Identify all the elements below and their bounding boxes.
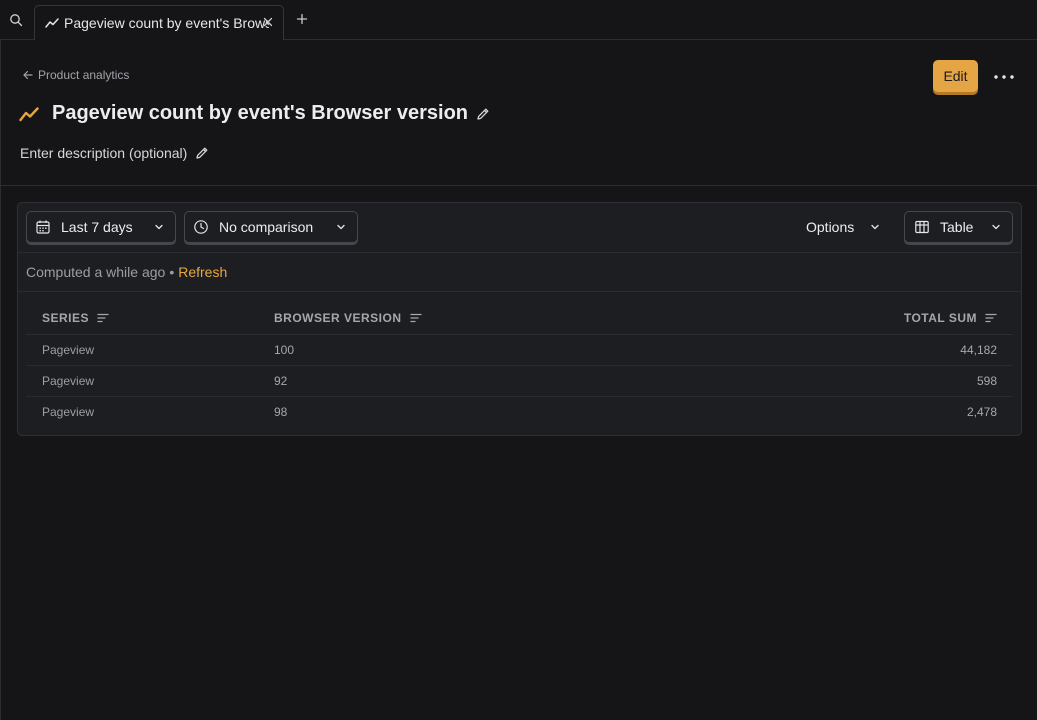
search-icon[interactable]: [6, 10, 26, 30]
total-sum-cell: 44,182: [658, 334, 1013, 366]
pencil-icon[interactable]: [194, 145, 210, 161]
arrow-left-icon: [22, 69, 34, 81]
sort-icon[interactable]: [409, 313, 422, 323]
chevron-down-icon: [153, 221, 165, 233]
series-cell: Pageview: [26, 334, 258, 366]
trend-icon: [19, 104, 39, 124]
options-button[interactable]: Options: [796, 211, 892, 243]
description-placeholder[interactable]: Enter description (optional): [20, 145, 187, 161]
main-content: Product analytics Edit Pageview count by…: [0, 40, 1037, 720]
trend-icon: [45, 16, 59, 30]
column-header-browser-version[interactable]: BROWSER VERSION: [258, 302, 658, 335]
breadcrumb-label[interactable]: Product analytics: [38, 68, 129, 82]
insight-card: Last 7 days No comparison Options Table …: [17, 202, 1022, 436]
clock-icon: [193, 219, 209, 235]
sort-icon[interactable]: [985, 313, 997, 323]
series-cell: Pageview: [26, 365, 258, 397]
display-type-button[interactable]: Table: [904, 211, 1013, 243]
series-cell: Pageview: [42, 404, 95, 419]
sort-icon[interactable]: [97, 313, 109, 323]
comparison-button[interactable]: No comparison: [184, 211, 358, 243]
description-row[interactable]: Enter description (optional): [20, 145, 210, 161]
column-header-total-sum[interactable]: TOTAL SUM: [658, 302, 1013, 335]
column-header-label: BROWSER VERSION: [274, 310, 402, 325]
close-icon[interactable]: [261, 15, 275, 29]
tab-title: Pageview count by event's Browser versio…: [64, 15, 269, 31]
breadcrumb[interactable]: Product analytics: [22, 68, 129, 82]
table-row[interactable]: Pageview 100 44,182: [26, 334, 1013, 366]
page-title[interactable]: Pageview count by event's Browser versio…: [52, 102, 468, 125]
total-sum-cell: 598: [658, 365, 1013, 397]
chevron-down-icon: [335, 221, 347, 233]
plus-icon[interactable]: [295, 12, 309, 26]
date-range-button[interactable]: Last 7 days: [26, 211, 176, 243]
chevron-down-icon: [990, 221, 1002, 233]
more-horizontal-icon[interactable]: [991, 66, 1017, 88]
edit-button[interactable]: Edit: [933, 60, 978, 92]
table-header-row: SERIES BROWSER VERSION TOTAL SUM: [26, 302, 1013, 335]
column-header-series[interactable]: SERIES: [26, 302, 258, 335]
status-separator: •: [169, 264, 175, 280]
display-type-label: Table: [940, 219, 974, 235]
table-row[interactable]: Pageview 98 2,478: [26, 396, 1013, 427]
browser-version-cell: 92: [258, 365, 658, 397]
results-table: SERIES BROWSER VERSION TOTAL SUM Pagevie…: [26, 302, 1013, 427]
table-row[interactable]: Pageview 92 598: [26, 365, 1013, 397]
browser-version-cell: 98: [274, 404, 288, 419]
computed-text: Computed a while ago: [26, 264, 166, 280]
tab-insight[interactable]: Pageview count by event's Browser versio…: [34, 5, 284, 40]
total-sum-cell: 2,478: [966, 404, 997, 419]
chevron-down-icon: [869, 221, 881, 233]
card-divider: [18, 291, 1021, 292]
calendar-icon: [35, 219, 51, 235]
tab-bar: Pageview count by event's Browser versio…: [0, 0, 1037, 40]
column-header-label: SERIES: [42, 310, 90, 325]
insight-toolbar: Last 7 days No comparison Options Table: [18, 203, 1021, 253]
header-divider: [1, 185, 1037, 186]
refresh-link[interactable]: Refresh: [178, 264, 227, 280]
computed-status: Computed a while ago • Refresh: [26, 264, 227, 280]
options-label: Options: [806, 219, 855, 235]
table-icon: [914, 219, 930, 235]
title-row: Pageview count by event's Browser versio…: [19, 102, 491, 125]
browser-version-cell: 100: [258, 334, 658, 366]
column-header-label: TOTAL SUM: [903, 310, 977, 325]
pencil-icon[interactable]: [475, 106, 491, 122]
date-range-label: Last 7 days: [61, 219, 133, 235]
comparison-label: No comparison: [219, 219, 314, 235]
